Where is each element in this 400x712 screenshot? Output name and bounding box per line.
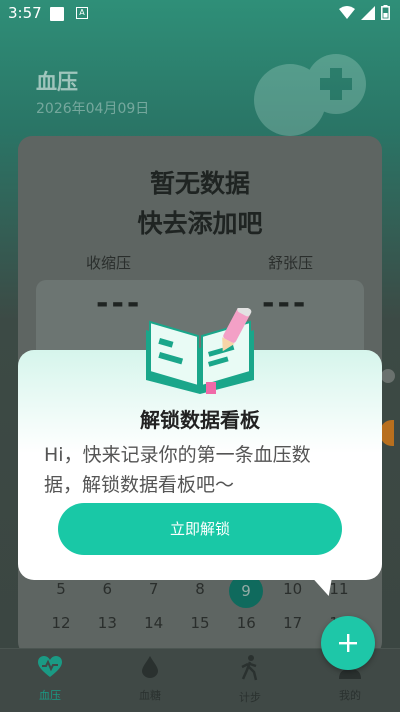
calendar-day[interactable]: 13 [84,614,130,632]
empty-message-line2: 快去添加吧 [137,209,263,238]
app-notification-icon: A [76,7,88,19]
calendar-day[interactable]: 6 [84,580,130,598]
book-pencil-icon [146,308,254,394]
diastolic-value: --- [262,286,309,321]
signal-icon [361,5,375,20]
side-coin-icon[interactable] [380,420,394,446]
nav-label: 血糖 [139,689,161,702]
decorative-medical-cross-icon [254,54,366,136]
walker-icon [241,655,258,681]
systolic-value: --- [96,286,143,321]
calendar-day[interactable]: 8 [177,580,223,598]
status-icons [339,5,390,20]
calendar-week-row: 12 13 14 15 16 17 18 [38,614,362,632]
nav-item-steps[interactable]: 计步 [210,655,290,705]
notification-icon [50,7,64,21]
calendar-day[interactable]: 15 [177,614,223,632]
empty-message-line1: 暂无数据 [149,169,250,198]
heart-pulse-icon [38,656,62,677]
page-title: 血压 [36,70,78,94]
calendar-day[interactable]: 16 [223,614,269,632]
nav-item-blood-pressure[interactable]: 血压 [10,655,90,703]
nav-label: 计步 [239,691,261,704]
calendar-day[interactable]: 12 [38,614,84,632]
popup-description: Hi，快来记录你的第一条血压数据，解锁数据看板吧～ [44,444,311,496]
status-bar: 3:57 A [0,0,400,28]
popup-title: 解锁数据看板 [140,408,260,432]
calendar-day[interactable]: 7 [131,580,177,598]
unlock-now-button[interactable]: 立即解锁 [58,503,342,555]
calendar-day[interactable]: 5 [38,580,84,598]
add-record-button[interactable] [321,616,375,670]
diastolic-label: 舒张压 [268,254,314,272]
status-time: 3:57 [8,4,42,22]
calendar-day[interactable]: 14 [131,614,177,632]
wifi-icon [339,5,355,19]
calendar-day[interactable]: 10 [270,580,316,598]
page-date: 2026年04月09日 [36,101,150,117]
plus-icon [339,634,357,652]
nav-item-blood-sugar[interactable]: 血糖 [110,655,190,703]
drop-icon [142,656,158,678]
nav-label: 血压 [39,689,61,702]
systolic-label: 收缩压 [86,254,132,272]
side-close-icon[interactable] [381,369,395,383]
battery-icon [381,5,390,20]
nav-label: 我的 [339,689,361,702]
calendar-day[interactable]: 17 [270,614,316,632]
